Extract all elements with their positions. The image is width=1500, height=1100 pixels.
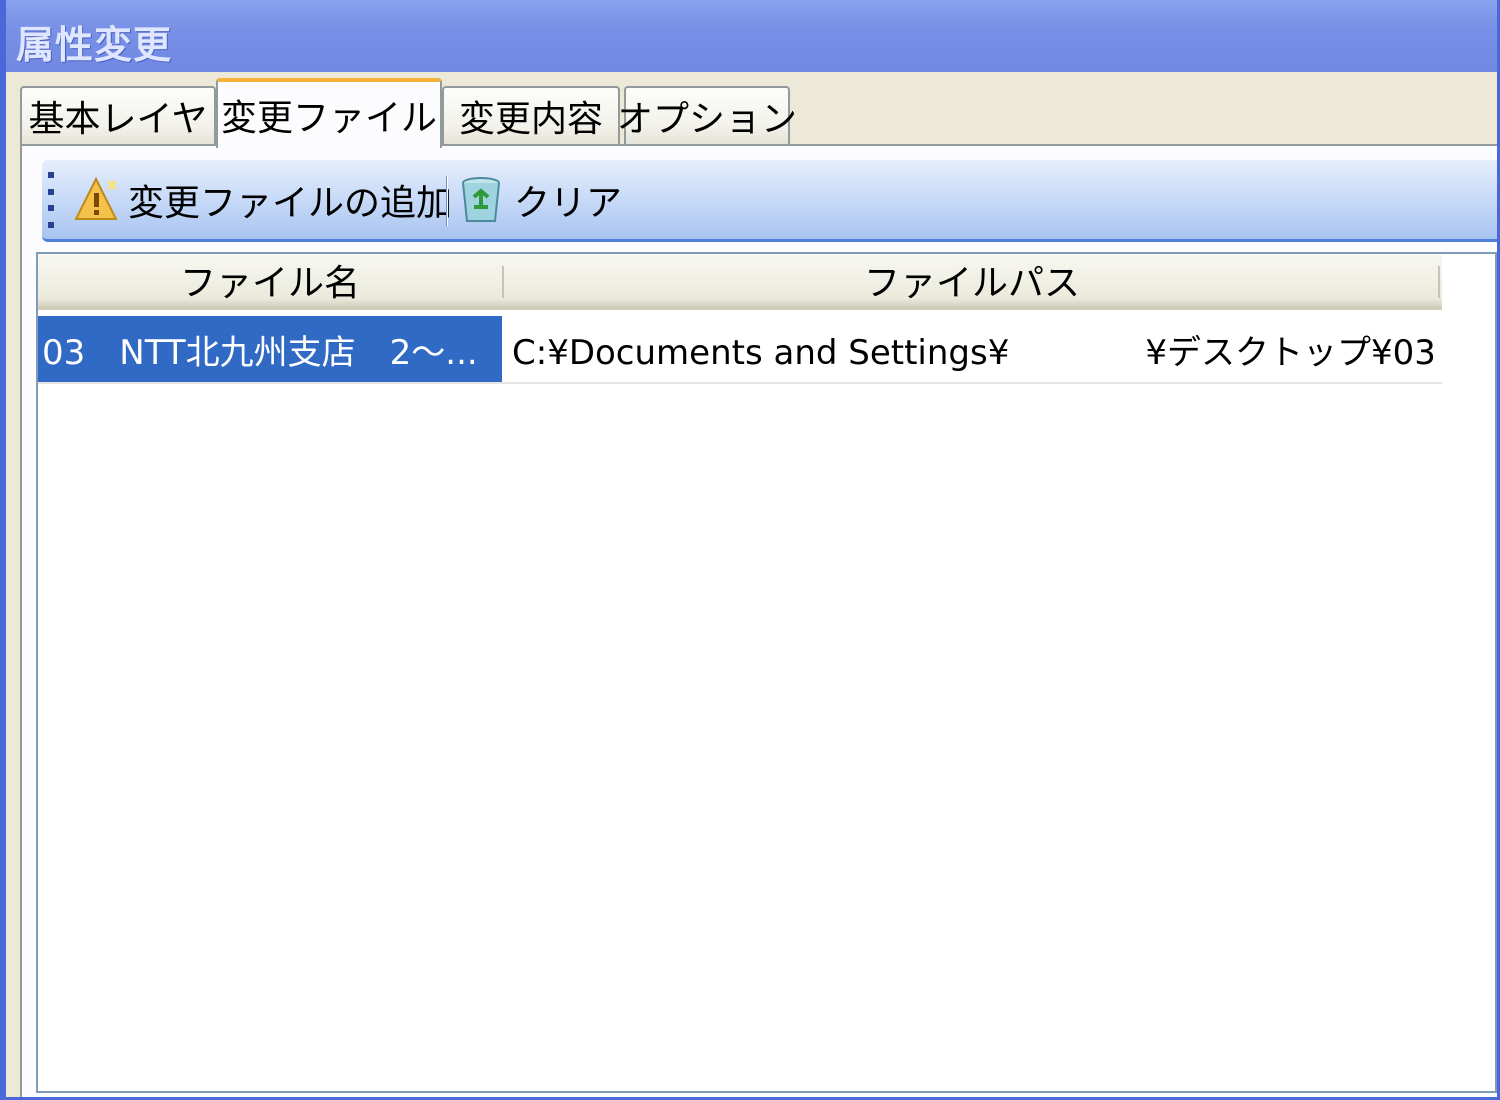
tab-change-files[interactable]: 変更ファイル — [216, 78, 442, 148]
properties-change-window: 属性変更 基本レイヤ 変更ファイル 変更内容 オプション 変更ファイルの追加 ク… — [0, 0, 1500, 1100]
file-path-cell: C:¥Documents and Settings¥ ¥デスクトップ¥03 N.… — [512, 332, 1440, 373]
table-row[interactable]: 03 NTT北九州支店 2～... C:¥Documents and Setti… — [38, 316, 1442, 384]
file-name-cell: 03 NTT北九州支店 2～... — [38, 316, 502, 382]
column-divider[interactable] — [1438, 266, 1440, 298]
clear-button[interactable]: クリア — [458, 168, 622, 232]
add-change-file-label: 変更ファイルの追加 — [128, 183, 453, 224]
title-bar[interactable]: 属性変更 — [6, 0, 1497, 72]
tab-options[interactable]: オプション — [617, 86, 797, 144]
recycle-bin-icon — [462, 177, 500, 222]
clear-label: クリア — [514, 183, 623, 224]
column-header-file-name[interactable]: ファイル名 — [38, 254, 502, 306]
toolbar-separator — [446, 176, 448, 226]
toolbar-grip-icon[interactable] — [48, 172, 56, 228]
tab-base-layer[interactable]: 基本レイヤ — [20, 86, 216, 144]
window-title: 属性変更 — [16, 23, 173, 67]
toolbar: 変更ファイルの追加 クリア — [42, 160, 1497, 242]
tab-change-content[interactable]: 変更内容 — [442, 86, 620, 144]
change-files-panel: 変更ファイルの追加 クリア ファイル名 ファイルパス 03 NTT北九州支店 2… — [20, 146, 1497, 1097]
list-header: ファイル名 ファイルパス — [38, 254, 1442, 310]
change-file-list[interactable]: ファイル名 ファイルパス 03 NTT北九州支店 2～... C:¥Docume… — [36, 252, 1497, 1093]
add-change-file-button[interactable]: 変更ファイルの追加 — [72, 168, 452, 232]
add-file-icon — [74, 176, 118, 220]
tab-strip: 基本レイヤ 変更ファイル 変更内容 オプション — [6, 72, 1497, 148]
column-header-file-path[interactable]: ファイルパス — [504, 254, 1440, 306]
